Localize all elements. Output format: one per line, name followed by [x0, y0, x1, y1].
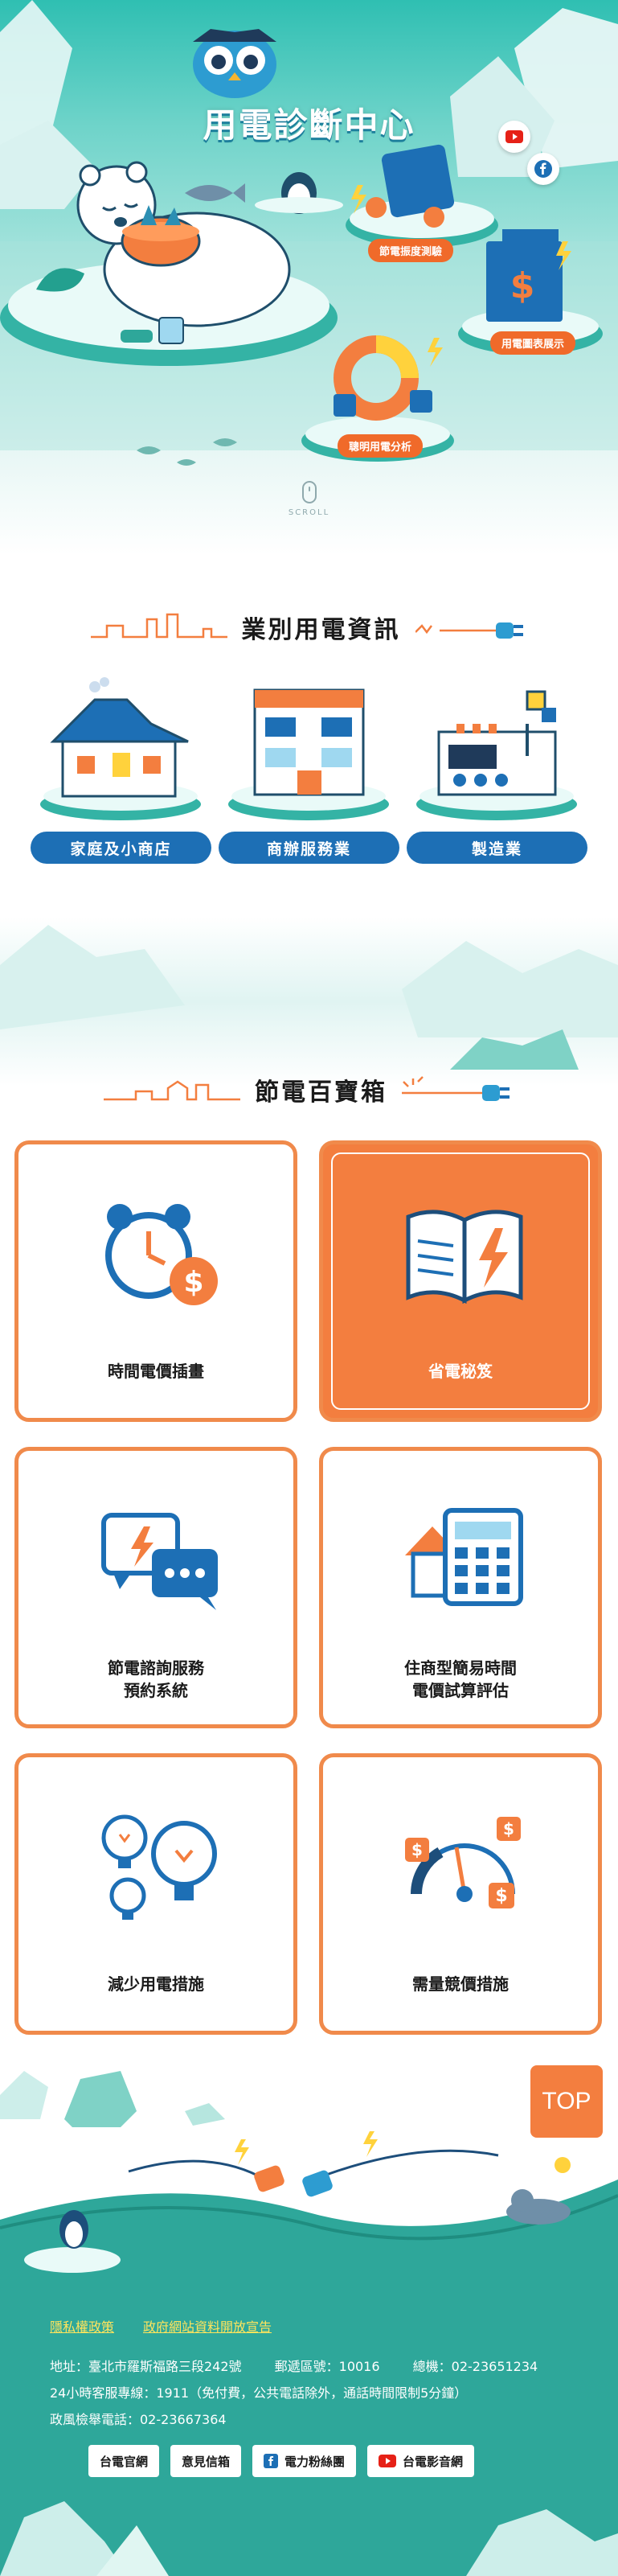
- tip-card-consultation[interactable]: 節電諮詢服務 預約系統: [14, 1447, 297, 1728]
- industry-section: 家庭及小商店 商辦服務業 製造業: [0, 676, 618, 869]
- alarm-clock-money-icon: $: [105, 1204, 218, 1305]
- plug-icon: [415, 622, 523, 639]
- tip-label: 節電諮詢服務 預約系統: [18, 1657, 293, 1702]
- footer-illustration: [0, 2131, 618, 2576]
- factory-icon: [416, 690, 577, 820]
- industry-button-factory[interactable]: 製造業: [407, 832, 587, 864]
- chat-bubbles-icon: [101, 1513, 218, 1610]
- feedback-mailbox-button[interactable]: 意見信箱: [170, 2445, 242, 2477]
- youtube-button[interactable]: [498, 121, 530, 153]
- hero-banner: $ 用電診斷中心 節電振度測驗 用電圖表展示 聰明用電分析 SCROLL: [0, 0, 618, 555]
- tip-label-line: 電價試算評估: [412, 1681, 509, 1700]
- office-building-icon: [228, 688, 389, 820]
- house-skyline-icon: [104, 1080, 240, 1101]
- svg-text:$: $: [411, 1840, 423, 1859]
- tip-label: 省電秘笈: [428, 1362, 493, 1381]
- ethics-hotline-text: 政風檢舉電話：02-23667364: [50, 2412, 227, 2427]
- tip-label: 時間電價插畫: [108, 1362, 204, 1381]
- city-skyline-icon: [90, 613, 227, 639]
- button-label: 電力粉絲團: [284, 2454, 346, 2469]
- facebook-icon: [264, 2454, 279, 2468]
- svg-text:$: $: [510, 265, 535, 306]
- industry-item-office[interactable]: 商辦服務業: [219, 676, 399, 864]
- postal-code-text: 郵遞區號：10016: [274, 2359, 380, 2374]
- tips-heading-row: 節電百寶箱: [0, 1072, 618, 1107]
- mouse-icon: [301, 481, 317, 503]
- tip-label-line: 預約系統: [124, 1681, 188, 1700]
- tip-card-reduce-usage[interactable]: 減少用電措施: [14, 1753, 297, 2035]
- service-hotline-text: 24小時客服專線：1911（免付費，公共電話除外，通話時間限制5分鐘）: [50, 2385, 468, 2401]
- house-icon: [40, 677, 201, 820]
- main-phone-text: 總機：02-23651234: [412, 2359, 538, 2374]
- industry-heading: 業別用電資訊: [241, 616, 401, 644]
- tip-label-line: 住商型簡易時間: [404, 1658, 517, 1678]
- tip-label: 需量競價措施: [412, 1974, 509, 1994]
- industry-button-household[interactable]: 家庭及小商店: [31, 832, 211, 864]
- tip-card-rate-estimate[interactable]: 住商型簡易時間 電價試算評估: [319, 1447, 602, 1728]
- gauge-dollar-icon: $ $ $: [405, 1817, 521, 1908]
- industry-item-factory[interactable]: 製造業: [407, 676, 587, 864]
- footer-links: 隱私權政策 政府網站資料開放宣告: [50, 2316, 272, 2336]
- svg-text:$: $: [503, 1819, 514, 1839]
- youtube-icon: [379, 2455, 397, 2467]
- video-site-button[interactable]: 台電影音網: [367, 2445, 475, 2477]
- footer-button-row: 台電官網 意見信箱 電力粉絲團 台電影音網: [88, 2445, 475, 2477]
- house-calculator-icon: [405, 1508, 523, 1606]
- tip-label: 住商型簡易時間 電價試算評估: [323, 1657, 598, 1702]
- industry-button-office[interactable]: 商辦服務業: [219, 832, 399, 864]
- ice-chunks-decoration: [0, 2071, 225, 2127]
- address-text: 地址：臺北市羅斯福路三段242號: [50, 2359, 242, 2374]
- svg-text:$: $: [495, 1886, 507, 1906]
- tip-card-tou-rates[interactable]: $ 時間電價插畫: [14, 1140, 297, 1422]
- footer: 隱私權政策 政府網站資料開放宣告 地址：臺北市羅斯福路三段242號 郵遞區號：1…: [0, 2123, 618, 2576]
- tip-label-line: 節電諮詢服務: [108, 1658, 204, 1678]
- button-label: 意見信箱: [182, 2454, 231, 2469]
- facebook-button[interactable]: [527, 153, 559, 185]
- tips-heading: 節電百寶箱: [255, 1078, 387, 1107]
- hero-illustration: $: [0, 0, 618, 466]
- tip-label: 減少用電措施: [108, 1974, 204, 1994]
- bill-check-link[interactable]: 節電振度測驗: [368, 239, 454, 262]
- svg-text:$: $: [183, 1266, 203, 1299]
- scroll-label: SCROLL: [288, 508, 330, 517]
- youtube-icon: [505, 130, 523, 143]
- open-data-declaration-link[interactable]: 政府網站資料開放宣告: [143, 2316, 272, 2336]
- footer-contact-info: 地址：臺北市羅斯福路三段242號 郵遞區號：10016 總機：02-236512…: [50, 2353, 538, 2433]
- facebook-icon: [534, 160, 552, 178]
- open-book-bolt-icon: [406, 1210, 523, 1304]
- scroll-hint: SCROLL: [0, 481, 618, 517]
- iceberg-divider: [0, 917, 618, 1086]
- tip-card-saving-secrets[interactable]: 省電秘笈: [319, 1140, 602, 1422]
- privacy-policy-link[interactable]: 隱私權政策: [50, 2316, 114, 2336]
- official-site-button[interactable]: 台電官網: [88, 2445, 160, 2477]
- plug-icon: [402, 1076, 510, 1101]
- light-bulbs-icon: [101, 1814, 217, 1920]
- industry-item-household[interactable]: 家庭及小商店: [31, 676, 211, 864]
- fan-page-button[interactable]: 電力粉絲團: [252, 2445, 357, 2477]
- smart-analysis-link[interactable]: 聰明用電分析: [338, 434, 424, 458]
- tip-card-demand-bidding[interactable]: $ $ $ 需量競價措施: [319, 1753, 602, 2035]
- chart-display-link[interactable]: 用電圖表展示: [490, 331, 576, 355]
- industry-heading-row: 業別用電資訊: [0, 610, 618, 645]
- button-label: 台電官網: [100, 2454, 149, 2469]
- button-label: 台電影音網: [403, 2454, 464, 2469]
